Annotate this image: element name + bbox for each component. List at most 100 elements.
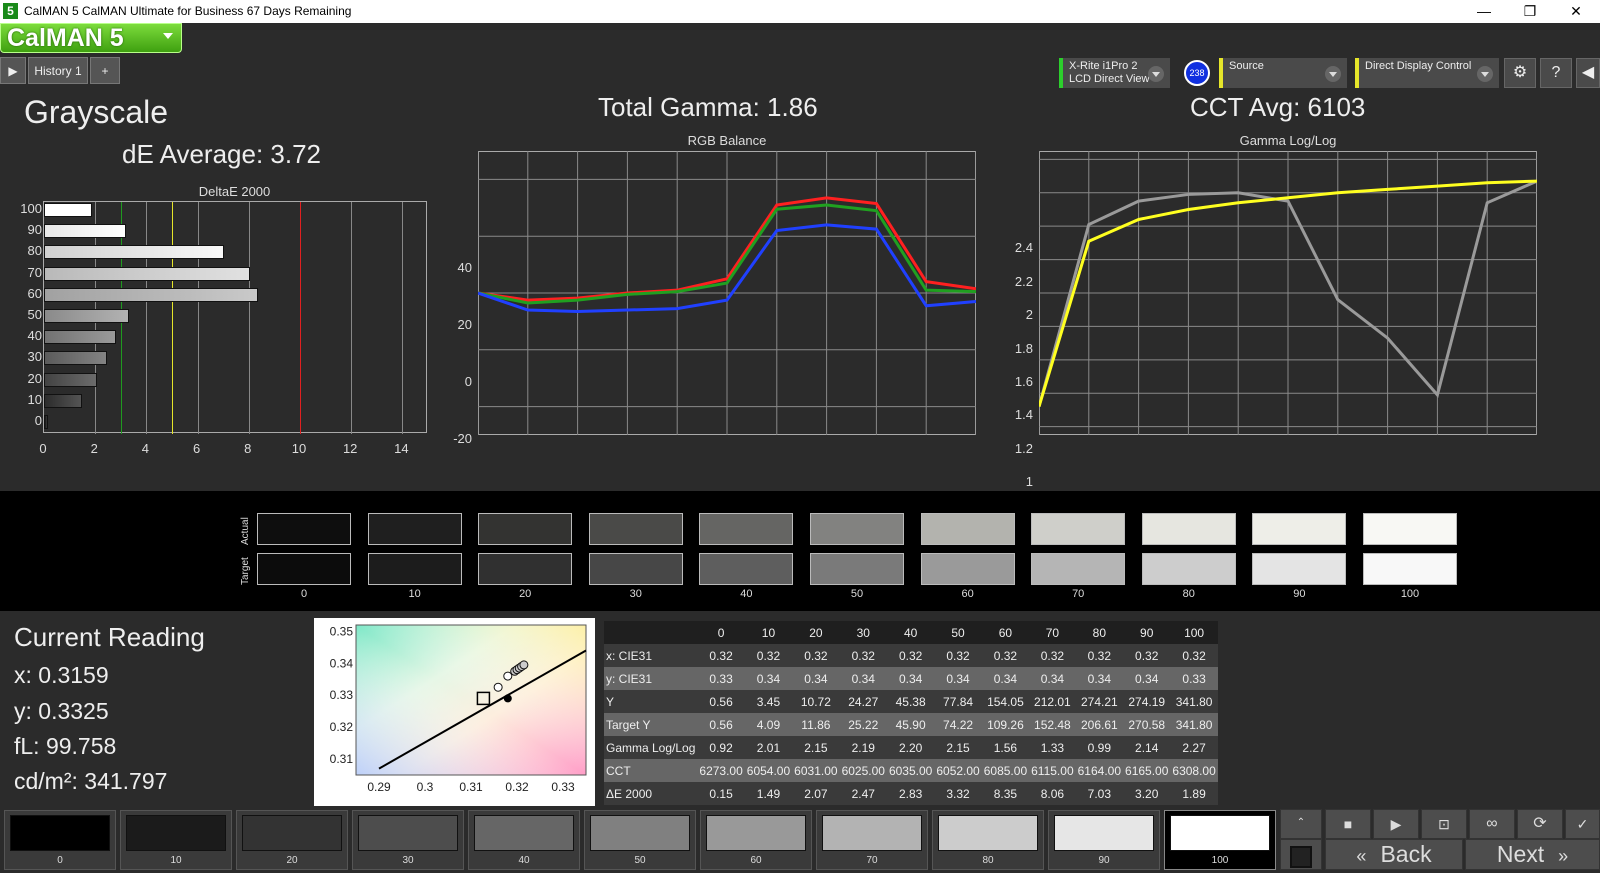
y-tick-label: 0 <box>464 374 472 389</box>
meter-status-badge[interactable]: 238 <box>1184 60 1210 86</box>
table-cell: 0.34 <box>744 667 793 690</box>
table-cell: 77.84 <box>934 690 982 713</box>
patch-color <box>1054 815 1154 851</box>
patch-stop-button[interactable] <box>1280 839 1322 870</box>
deltae-bar <box>44 372 97 387</box>
patch-button[interactable]: 10 <box>120 810 232 870</box>
chevron-down-icon <box>163 33 173 39</box>
table-cell: 341.80 <box>1170 713 1218 736</box>
patch-button[interactable]: 90 <box>1048 810 1160 870</box>
grid-line <box>351 202 353 434</box>
patch-button[interactable]: 60 <box>700 810 812 870</box>
target-swatch <box>1031 553 1126 585</box>
column-header: 10 <box>744 621 793 644</box>
loop-icon[interactable]: ∞ <box>1469 809 1515 839</box>
gear-icon[interactable]: ⚙ <box>1504 58 1536 88</box>
y-tick-label: 1.2 <box>1014 440 1033 456</box>
meter-selector[interactable]: X-Rite i1Pro 2 LCD Direct View <box>1059 58 1170 88</box>
chevron-down-icon[interactable] <box>1325 66 1341 82</box>
patch-color <box>358 815 458 851</box>
cct-average: CCT Avg: 6103 <box>1190 92 1366 122</box>
x-tick-label: 0.33 <box>551 780 575 794</box>
refresh-icon[interactable]: ⟳ <box>1517 809 1563 839</box>
next-button[interactable]: Next » <box>1465 839 1600 870</box>
table-header-row: 0 10 20 30 40 50 60 70 80 90 100 <box>604 621 1218 644</box>
swatch-label: 50 <box>850 588 864 600</box>
hold-icon[interactable]: ⊡ <box>1421 809 1467 839</box>
maximize-button[interactable]: ❐ <box>1507 0 1553 23</box>
patch-color <box>126 815 226 851</box>
source-selector[interactable]: Source <box>1219 58 1347 88</box>
patch-button[interactable]: 20 <box>236 810 348 870</box>
play-icon[interactable]: ▶ <box>0 57 26 84</box>
table-cell: 3.20 <box>1123 782 1171 805</box>
patch-button[interactable]: 0 <box>4 810 116 870</box>
grid-line <box>402 202 404 434</box>
minimize-button[interactable]: — <box>1461 0 1507 23</box>
collapse-icon[interactable]: ◀ <box>1576 58 1600 88</box>
x-tick-label: 8 <box>244 441 252 456</box>
deltae-bar <box>44 266 251 281</box>
y-tick-label: 50 <box>27 307 42 322</box>
table-cell: 0.34 <box>1029 667 1076 690</box>
patch-color <box>706 815 806 851</box>
patch-button[interactable]: 70 <box>816 810 928 870</box>
measurement-table: 0 10 20 30 40 50 60 70 80 90 100 x: CIE31 0.32 0.32 0… <box>604 621 1218 805</box>
table-cell: 0.34 <box>886 667 935 690</box>
target-swatch <box>1141 553 1236 585</box>
table-cell: 6273.00 <box>697 759 745 782</box>
patch-button[interactable]: 80 <box>932 810 1044 870</box>
y-tick-label: 10 <box>27 391 42 407</box>
table-cell: 8.35 <box>981 782 1030 805</box>
column-header: 60 <box>981 621 1030 644</box>
actual-swatch <box>1141 513 1236 545</box>
row-label: Target Y <box>604 713 698 736</box>
swatch-label: 60 <box>961 588 974 600</box>
x-tick-label: 6 <box>192 441 201 456</box>
table-cell: 0.32 <box>792 644 840 667</box>
chevron-down-icon[interactable] <box>1477 66 1493 82</box>
calman-logo-menu[interactable]: CalMAN 5 <box>0 23 182 53</box>
back-button[interactable]: « Back <box>1325 839 1463 870</box>
help-icon[interactable]: ? <box>1540 58 1572 88</box>
row-label: x: CIE31 <box>604 644 698 667</box>
table-cell: 2.47 <box>839 782 887 805</box>
column-header: 80 <box>1075 621 1124 644</box>
y-tick-label: 100 <box>20 201 42 216</box>
row-label: CCT <box>604 759 698 782</box>
patch-label: 90 <box>1098 855 1110 866</box>
patch-button[interactable]: 30 <box>352 810 464 870</box>
table-row: Y 0.56 3.45 10.72 24.27 45.38 77.84 154.05 212.0… <box>604 690 1218 713</box>
measured-point <box>493 682 503 692</box>
patch-button[interactable]: 50 <box>584 810 696 870</box>
y-tick-label: 20 <box>457 317 472 333</box>
display-control-selector[interactable]: Direct Display Control <box>1355 58 1499 88</box>
table-cell: 0.32 <box>1075 644 1124 667</box>
check-icon[interactable]: ✓ <box>1565 809 1600 839</box>
table-cell: 0.99 <box>1075 736 1124 759</box>
tab-history-1[interactable]: History 1 <box>28 57 88 84</box>
double-chevron-left-icon: « <box>1356 846 1367 866</box>
cie-chart-frame: 0.29 0.3 0.31 0.32 0.33 0.35 0.34 0.33 0.32 0.31 <box>314 618 595 806</box>
grayscale-panel: Grayscale dE Average: 3.72 Total Gamma: … <box>0 89 1600 545</box>
play-measure-icon[interactable]: ▶ <box>1373 809 1419 839</box>
patch-button[interactable]: 100 <box>1164 810 1276 870</box>
rgb-chart-title: RGB Balance <box>687 133 767 148</box>
table-cell: 25.22 <box>839 713 887 736</box>
deltae-bar <box>44 309 129 323</box>
table-cell: 0.34 <box>792 667 840 690</box>
deltae-bar <box>44 330 117 345</box>
chevron-up-icon[interactable]: ⌃ <box>1280 809 1322 839</box>
patch-button[interactable]: 40 <box>468 810 580 870</box>
add-tab-button[interactable]: + <box>90 57 120 84</box>
rgb-balance-chart <box>478 151 976 435</box>
actual-swatch <box>699 513 794 545</box>
window-title-bar: 5 CalMAN 5 CalMAN Ultimate for Business … <box>0 0 1600 23</box>
chevron-down-icon[interactable] <box>1148 66 1164 82</box>
patch-label: 30 <box>402 855 414 866</box>
patch-label: 10 <box>170 855 182 866</box>
target-swatch <box>588 553 683 585</box>
table-cell: 8.06 <box>1029 782 1076 805</box>
stop-icon[interactable]: ■ <box>1325 809 1371 839</box>
close-button[interactable]: ✕ <box>1553 0 1599 23</box>
